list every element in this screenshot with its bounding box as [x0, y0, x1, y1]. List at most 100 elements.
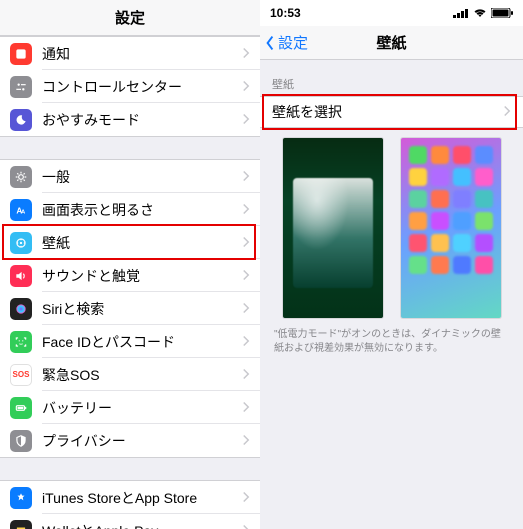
battery-icon: [491, 8, 513, 18]
chevron-right-icon: [242, 301, 250, 317]
wallet-icon: [10, 520, 32, 529]
sos-icon: SOS: [10, 364, 32, 386]
app-icon: [431, 190, 449, 208]
status-time: 10:53: [270, 6, 301, 20]
app-icon: [431, 146, 449, 164]
notifications-icon: [10, 43, 32, 65]
chevron-right-icon: [242, 400, 250, 416]
app-icon: [409, 168, 427, 186]
settings-row-appstore[interactable]: iTunes StoreとApp Store: [0, 481, 260, 514]
settings-row-control-center[interactable]: コントロールセンター: [0, 70, 260, 103]
general-icon: [10, 166, 32, 188]
app-icon: [431, 256, 449, 274]
chevron-right-icon: [242, 433, 250, 449]
app-icon: [453, 168, 471, 186]
settings-row-notifications[interactable]: 通知: [0, 37, 260, 70]
settings-row-label: バッテリー: [42, 398, 242, 418]
chevron-right-icon: [242, 169, 250, 185]
chevron-right-icon: [242, 268, 250, 284]
app-icon: [475, 168, 493, 186]
wallpaper-previews: [260, 128, 523, 324]
app-icon: [475, 146, 493, 164]
chevron-right-icon: [242, 202, 250, 218]
settings-row-label: 通知: [42, 44, 242, 64]
settings-row-sounds[interactable]: サウンドと触覚: [0, 259, 260, 292]
display-icon: AA: [10, 199, 32, 221]
chevron-right-icon: [503, 104, 511, 120]
nav-bar: 設定 壁紙: [260, 26, 523, 60]
settings-row-label: Siriと検索: [42, 299, 242, 319]
battery-icon: [10, 397, 32, 419]
settings-row-general[interactable]: 一般: [0, 160, 260, 193]
settings-row-siri[interactable]: Siriと検索: [0, 292, 260, 325]
do-not-disturb-icon: [10, 109, 32, 131]
app-icon: [431, 168, 449, 186]
settings-row-label: 緊急SOS: [42, 365, 242, 385]
settings-row-wallet[interactable]: WalletとApple Pay: [0, 514, 260, 529]
settings-row-label: iTunes StoreとApp Store: [42, 488, 242, 508]
chevron-right-icon: [242, 334, 250, 350]
control-center-icon: [10, 76, 32, 98]
home-screen-preview[interactable]: [401, 138, 501, 318]
settings-row-label: 一般: [42, 167, 242, 187]
settings-row-battery[interactable]: バッテリー: [0, 391, 260, 424]
settings-group: 一般 AA 画面表示と明るさ壁紙サウンドと触覚 Siriと検索 Face IDとパスコー…: [0, 159, 260, 458]
settings-row-label: Face IDとパスコード: [42, 332, 242, 352]
footnote-text: "低電力モード"がオンのときは、ダイナミックの壁紙および視差効果が無効になります…: [260, 324, 523, 356]
app-icon: [453, 234, 471, 252]
app-icon: [409, 190, 427, 208]
chevron-right-icon: [242, 367, 250, 383]
settings-row-label: サウンドと触覚: [42, 266, 242, 286]
settings-row-label: プライバシー: [42, 431, 242, 451]
choose-wallpaper-row[interactable]: 壁紙を選択: [260, 96, 523, 128]
settings-row-sos[interactable]: SOS 緊急SOS: [0, 358, 260, 391]
settings-row-display[interactable]: AA 画面表示と明るさ: [0, 193, 260, 226]
settings-row-label: コントロールセンター: [42, 77, 242, 97]
settings-row-faceid[interactable]: Face IDとパスコード: [0, 325, 260, 358]
settings-row-label: 壁紙: [42, 233, 242, 253]
settings-row-label: おやすみモード: [42, 110, 242, 130]
status-bar: 10:53: [260, 0, 523, 26]
sounds-icon: [10, 265, 32, 287]
app-icon: [453, 212, 471, 230]
settings-row-label: WalletとApple Pay: [42, 521, 242, 529]
chevron-right-icon: [242, 490, 250, 506]
siri-icon: [10, 298, 32, 320]
faceid-icon: [10, 331, 32, 353]
wallpaper-icon: [10, 232, 32, 254]
app-icon: [453, 256, 471, 274]
settings-group: iTunes StoreとApp Store WalletとApple Pay: [0, 480, 260, 529]
settings-root-panel: 設定 通知コントロールセンターおやすみモード一般 AA 画面表示と明るさ壁紙サウンド…: [0, 0, 260, 529]
settings-group: 通知コントロールセンターおやすみモード: [0, 36, 260, 137]
back-label: 設定: [278, 32, 308, 53]
app-icon: [475, 212, 493, 230]
chevron-right-icon: [242, 112, 250, 128]
app-icon: [409, 256, 427, 274]
app-icon: [475, 234, 493, 252]
chevron-right-icon: [242, 46, 250, 62]
settings-title: 設定: [0, 0, 260, 36]
chevron-right-icon: [242, 523, 250, 529]
cell-signal-icon: [453, 8, 469, 18]
privacy-icon: [10, 430, 32, 452]
chevron-right-icon: [242, 79, 250, 95]
settings-row-do-not-disturb[interactable]: おやすみモード: [0, 103, 260, 136]
settings-row-wallpaper[interactable]: 壁紙: [0, 226, 260, 259]
section-label: 壁紙: [260, 60, 523, 96]
settings-row-label: 画面表示と明るさ: [42, 200, 242, 220]
chevron-right-icon: [242, 235, 250, 251]
lock-screen-preview[interactable]: [283, 138, 383, 318]
app-icon: [409, 212, 427, 230]
app-icon: [431, 234, 449, 252]
app-icon: [431, 212, 449, 230]
app-icon: [475, 256, 493, 274]
back-button[interactable]: 設定: [260, 32, 308, 53]
svg-text:A: A: [21, 209, 26, 215]
appstore-icon: [10, 487, 32, 509]
app-icon: [409, 234, 427, 252]
app-icon: [453, 146, 471, 164]
settings-row-privacy[interactable]: プライバシー: [0, 424, 260, 457]
wallpaper-detail-panel: 10:53 設定 壁紙 壁紙 壁紙を選択: [260, 0, 523, 529]
app-icon: [409, 146, 427, 164]
app-icon: [475, 190, 493, 208]
